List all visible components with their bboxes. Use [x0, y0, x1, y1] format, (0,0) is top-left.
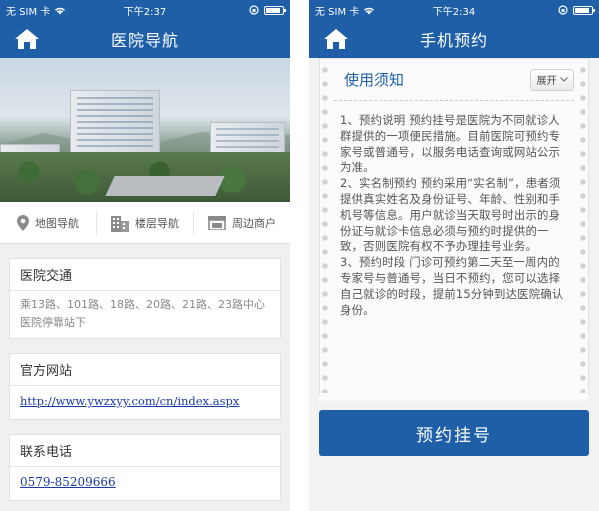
notice-body: 1、预约说明 预约挂号是医院为不同就诊人群提供的一项便民措施。目前医院可预约专家… — [340, 113, 564, 317]
website-card: 官方网站 http://www.ywzxyy.com/cn/index.aspx — [9, 353, 281, 420]
phone-link[interactable]: 0579-85209666 — [20, 475, 116, 489]
wifi-icon — [364, 7, 375, 14]
tab-floor-navigation[interactable]: 楼层导航 — [97, 210, 194, 235]
notice-title: 使用须知 — [344, 71, 405, 89]
orientation-lock-icon — [249, 5, 259, 15]
traffic-title: 医院交通 — [10, 259, 280, 291]
traffic-card: 医院交通 乘13路、101路、18路、20路、21路、23路中心医院停靠站下 — [9, 258, 281, 339]
perforation-left — [322, 63, 328, 393]
book-appointment-button[interactable]: 预约挂号 — [319, 410, 589, 456]
perforation-right — [580, 63, 586, 393]
tab-label: 楼层导航 — [135, 216, 179, 230]
page-title: 医院导航 — [110, 31, 179, 50]
carrier-info: 无 SIM 卡 — [6, 3, 66, 18]
notice-header: 使用须知 展开 — [334, 59, 574, 101]
battery-icon — [573, 5, 595, 15]
home-icon[interactable] — [323, 28, 349, 50]
phone-card: 联系电话 0579-85209666 — [9, 434, 281, 501]
status-bar: 无 SIM 卡 下午2:37 — [0, 0, 290, 20]
battery-level — [266, 7, 281, 13]
battery-icon — [264, 5, 286, 15]
page-title: 手机预约 — [419, 31, 488, 50]
nav-bar: 医院导航 — [0, 20, 290, 58]
tab-map-navigation[interactable]: 地图导航 — [0, 210, 97, 235]
hospital-photo — [0, 58, 290, 202]
ticket-edge — [319, 395, 589, 402]
nav-bar: 手机预约 — [309, 20, 599, 58]
building-icon — [111, 215, 129, 232]
tab-label: 周边商户 — [232, 216, 276, 230]
traffic-text: 乘13路、101路、18路、20路、21路、23路中心医院停靠站下 — [20, 298, 265, 329]
website-link[interactable]: http://www.ywzxyy.com/cn/index.aspx — [20, 394, 239, 408]
carrier-info: 无 SIM 卡 — [315, 3, 375, 18]
notice-ticket: 使用须知 展开 1、预约说明 预约挂号是医院为不同就诊人群提供的一项便民措施。目… — [319, 58, 589, 398]
expand-label: 展开 — [536, 76, 557, 87]
tab-label: 地图导航 — [35, 216, 79, 230]
nav-options: 地图导航 楼层导航 周边商户 — [0, 202, 290, 244]
shop-icon — [208, 215, 226, 230]
hospital-navigation-screen: 无 SIM 卡 下午2:37 医院导航 地图导航 楼层导航 周边商户 医院交通 … — [0, 0, 290, 511]
home-icon[interactable] — [14, 28, 40, 50]
status-bar: 无 SIM 卡 下午2:34 — [309, 0, 599, 20]
carrier-label: 无 SIM 卡 — [315, 6, 360, 18]
orientation-lock-icon — [558, 5, 568, 15]
tab-nearby-shops[interactable]: 周边商户 — [194, 211, 290, 235]
map-pin-icon — [17, 214, 29, 231]
expand-button[interactable]: 展开 — [530, 68, 574, 91]
website-title: 官方网站 — [10, 354, 280, 386]
chevron-down-icon — [559, 77, 568, 82]
wifi-icon — [55, 7, 66, 14]
mobile-appointment-screen: 无 SIM 卡 下午2:34 手机预约 使用须知 展开 1、预约说明 预约挂号是… — [309, 0, 599, 511]
battery-level — [575, 7, 590, 13]
phone-title: 联系电话 — [10, 435, 280, 467]
carrier-label: 无 SIM 卡 — [6, 6, 51, 18]
